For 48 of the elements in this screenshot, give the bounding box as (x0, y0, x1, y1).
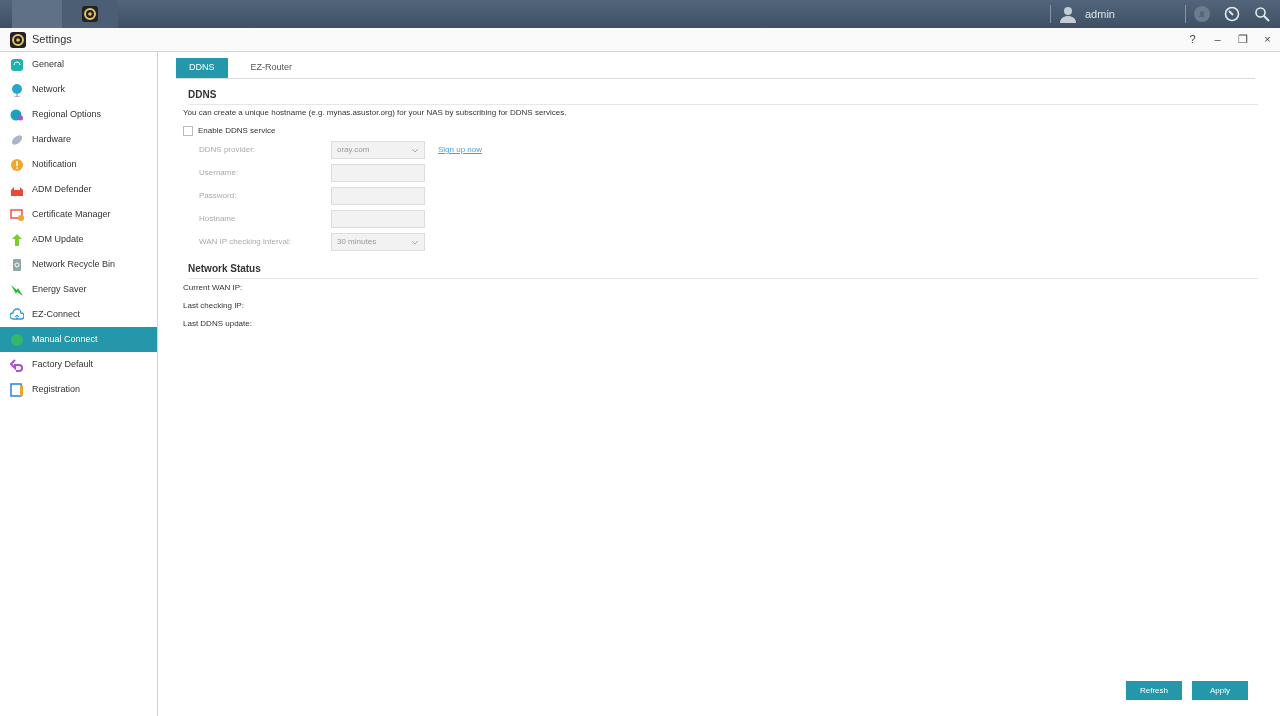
sidebar-item[interactable]: EZ-Connect (0, 302, 157, 327)
sidebar-item[interactable]: Certificate Manager (0, 202, 157, 227)
lightning-icon (10, 282, 24, 297)
settings-app-taskbar-button[interactable] (62, 0, 118, 28)
window-title: Settings (32, 32, 72, 48)
user-icon[interactable] (1059, 5, 1077, 23)
checkbox-label[interactable]: Enable DDNS service (198, 125, 276, 137)
sidebar-item[interactable]: Regional Options (0, 102, 157, 127)
up-arrow-icon (10, 232, 24, 247)
section-heading: Network Status (188, 261, 1258, 279)
document-icon (10, 382, 24, 397)
sidebar-item[interactable]: Factory Default (0, 352, 157, 377)
sidebar-item[interactable]: Network (0, 77, 157, 102)
certificate-icon (10, 207, 24, 222)
status-label: Current WAN IP: (183, 282, 244, 294)
gauge-icon[interactable] (1224, 6, 1240, 22)
section-heading: DDNS (188, 87, 1258, 105)
user-name[interactable]: admin (1085, 5, 1185, 23)
sidebar-item[interactable]: Registration (0, 377, 157, 402)
close-button[interactable]: × (1255, 31, 1280, 48)
help-button[interactable]: ? (1180, 31, 1205, 48)
sidebar-item[interactable]: Hardware (0, 127, 157, 152)
restore-button[interactable]: ❐ (1230, 31, 1255, 48)
description-text: You can create a unique hostname (e.g. mynas.asustor.org) for your NAS by subscribing for DDNS services. (183, 107, 568, 119)
status-label: Last DDNS update: (183, 318, 253, 330)
caret-icon (411, 239, 419, 245)
sidebar-item[interactable]: Network Recycle Bin (0, 252, 157, 277)
caret-icon (411, 147, 419, 153)
alert-icon (10, 157, 24, 172)
tab[interactable]: EZ-Router (237, 58, 306, 78)
sidebar-item[interactable]: ADM Update (0, 227, 157, 252)
checkbox[interactable] (183, 126, 193, 136)
notification-icon[interactable] (1194, 6, 1210, 22)
field-label: DDNS provider: (198, 144, 256, 156)
field-label: Username: (198, 167, 240, 179)
sidebar-item[interactable]: Energy Saver (0, 277, 157, 302)
status-label: Last checking IP: (183, 300, 245, 312)
minimize-button[interactable]: – (1205, 31, 1230, 48)
cloud-upload-icon (10, 307, 24, 322)
field-label: Hostname (198, 213, 237, 225)
recycle-bin-icon (10, 257, 24, 272)
search-icon[interactable] (1254, 6, 1270, 22)
sidebar-item[interactable]: ADM Defender (0, 177, 157, 202)
field-label: WAN IP checking interval: (198, 236, 293, 248)
globe-pin-icon (10, 107, 24, 122)
sidebar-item[interactable]: Notification (0, 152, 157, 177)
sidebar-item[interactable]: General (0, 52, 157, 77)
field-label: Password: (198, 190, 238, 202)
